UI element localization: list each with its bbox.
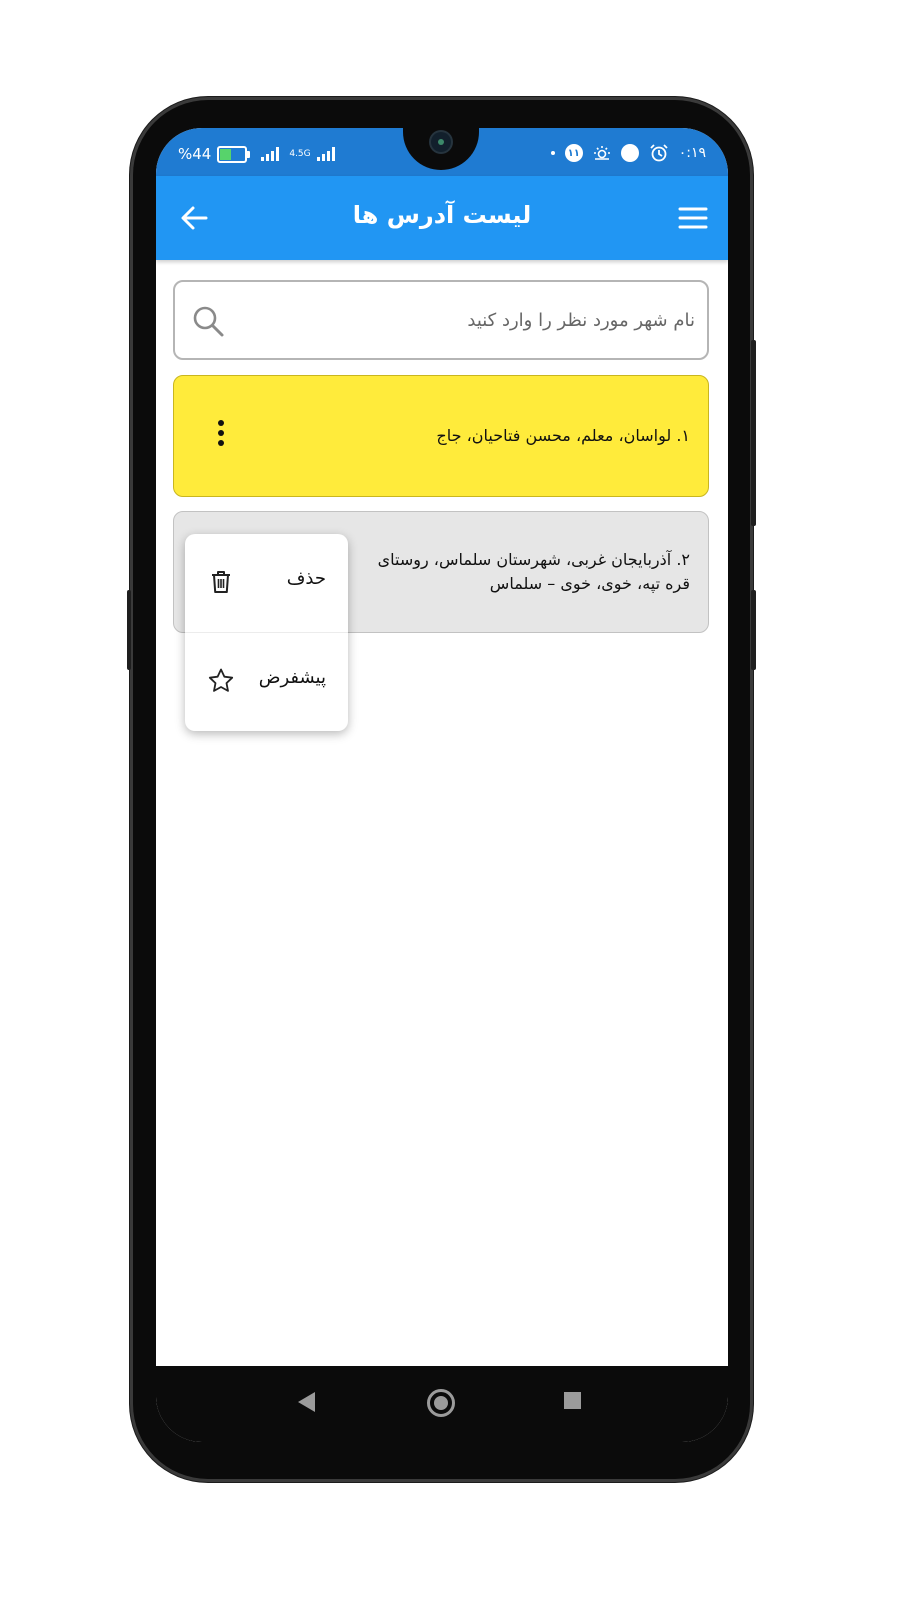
search-box	[173, 280, 709, 360]
alarm-icon	[650, 144, 668, 162]
notification-count-badge: ۱۱	[564, 144, 583, 162]
trash-icon	[212, 571, 230, 593]
side-button-left	[127, 590, 131, 670]
phone-screen: %44 4.5G ۱۱ ۰:۱۹ لیست آدرس ها نام شهر مو…	[156, 128, 728, 1442]
battery-icon	[217, 145, 251, 163]
delete-menu-item[interactable]: حذف	[185, 534, 348, 633]
notification-dot-icon	[550, 151, 555, 155]
star-outline-icon	[208, 668, 234, 692]
status-bar: %44 4.5G ۱۱ ۰:۱۹	[156, 128, 728, 176]
delete-label: حذف	[286, 568, 326, 589]
search-input[interactable]	[235, 282, 695, 358]
app-bar: لیست آدرس ها	[156, 176, 728, 260]
hamburger-menu-icon[interactable]	[678, 204, 708, 232]
more-options-icon[interactable]	[214, 420, 228, 452]
default-label: پیشفرض	[258, 667, 326, 688]
search-icon[interactable]	[191, 304, 225, 338]
power-button	[751, 590, 756, 670]
signal-icon	[261, 147, 280, 161]
address-line: آذربایجان غربی، شهرستان سلماس، روستای قر…	[377, 550, 690, 593]
clock: ۰:۱۹	[678, 145, 706, 161]
address-text: ۱. لواسان، معلم، محسن فتاحیان، جاج	[270, 424, 690, 448]
address-card-1[interactable]: ۱. لواسان، معلم، محسن فتاحیان، جاج	[173, 375, 709, 497]
nav-home-icon[interactable]	[427, 1389, 455, 1417]
battery-percentage: %44	[178, 145, 212, 163]
camera-icon	[431, 132, 451, 152]
set-default-menu-item[interactable]: پیشفرض	[185, 633, 348, 731]
signal-icon-2	[316, 147, 335, 161]
context-menu: حذف پیشفرض	[185, 534, 348, 731]
weather-icon	[593, 146, 610, 160]
address-number: ۱.	[676, 426, 690, 445]
volume-button	[751, 340, 756, 526]
address-text: ۲. آذربایجان غربی، شهرستان سلماس، روستای…	[354, 548, 690, 598]
status-left: %44 4.5G	[178, 145, 335, 163]
address-number: ۲.	[676, 550, 690, 569]
address-line: لواسان، معلم، محسن فتاحیان، جاج	[436, 426, 672, 445]
nav-back-icon[interactable]	[295, 1390, 317, 1414]
app-notification-icon	[620, 144, 639, 162]
nav-recent-apps-icon[interactable]	[564, 1392, 581, 1409]
network-type: 4.5G	[289, 148, 311, 159]
status-right: ۱۱ ۰:۱۹	[550, 143, 706, 163]
system-nav-bar	[156, 1366, 728, 1442]
page-title: لیست آدرس ها	[352, 201, 532, 229]
